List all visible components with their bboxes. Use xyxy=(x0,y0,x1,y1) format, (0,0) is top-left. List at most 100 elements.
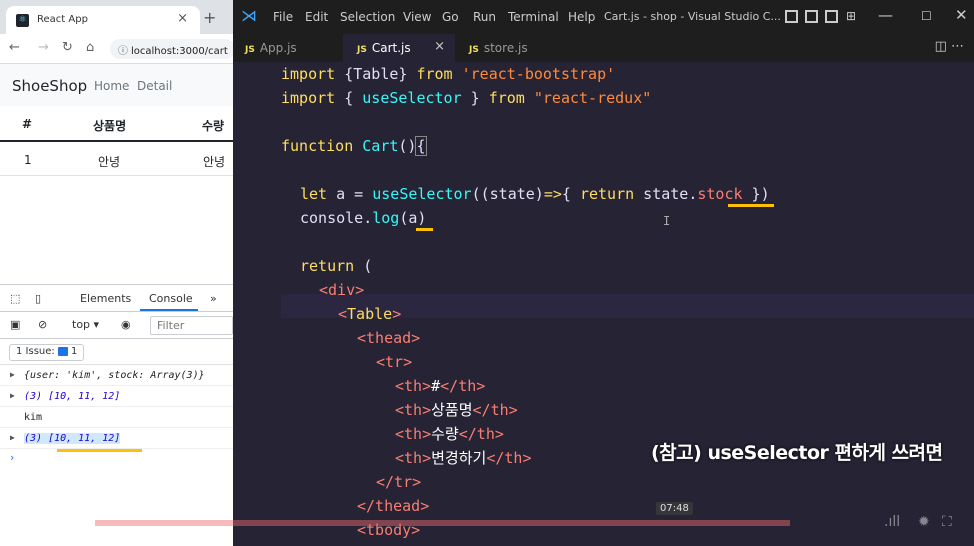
address-bar[interactable]: ⓘ localhost:3000/cart xyxy=(110,39,233,59)
forward-icon[interactable]: → xyxy=(38,40,49,55)
navbar-brand[interactable]: ShoeShop xyxy=(12,77,87,95)
menu-help[interactable]: Help xyxy=(568,10,595,24)
browser-tab[interactable]: ⚛ React App × xyxy=(6,6,200,34)
code-line: let a = useSelector((state)=>{ return st… xyxy=(300,185,770,203)
console-log-entry[interactable]: ▶ (3) [10, 11, 12] xyxy=(0,386,233,407)
text-cursor-icon: I xyxy=(663,214,671,228)
new-tab-icon[interactable]: + xyxy=(203,8,216,27)
editor-tab-label: store.js xyxy=(483,41,528,55)
video-progress-bar[interactable] xyxy=(95,520,790,526)
console-prompt-icon[interactable]: › xyxy=(10,451,14,464)
code-line: <div> xyxy=(319,281,365,299)
video-progress-fill xyxy=(95,520,790,526)
table-cell: 안녕 xyxy=(98,155,121,169)
toggle-sidebar-icon[interactable] xyxy=(785,10,798,23)
tab-elements[interactable]: Elements xyxy=(80,292,131,305)
browser-tab-title: React App xyxy=(37,14,88,25)
code-editor[interactable]: import {Table} from 'react-bootstrap' im… xyxy=(233,62,974,546)
minimize-icon[interactable]: — xyxy=(878,6,893,24)
context-select[interactable]: top ▾ xyxy=(72,318,99,331)
console-filter-input[interactable]: Filter xyxy=(150,316,233,335)
table-header-cell: # xyxy=(22,117,33,131)
nav-link-home[interactable]: Home xyxy=(94,79,129,93)
menu-selection[interactable]: Selection xyxy=(340,10,395,24)
editor-tab-cart[interactable]: JS Cart.js × xyxy=(343,34,455,62)
editor-tab-label: Cart.js xyxy=(371,41,411,55)
close-tab-icon[interactable]: × xyxy=(177,11,188,26)
table-cell: 1 xyxy=(24,153,32,167)
close-window-icon[interactable]: ✕ xyxy=(955,6,968,24)
settings-gear-icon[interactable]: ✹ xyxy=(918,514,930,530)
customize-layout-icon[interactable]: ⊞ xyxy=(846,9,856,23)
video-caption: (참고) useSelector 편하게 쓰려면 xyxy=(651,442,943,464)
home-icon[interactable]: ⌂ xyxy=(86,40,94,55)
menu-run[interactable]: Run xyxy=(473,10,496,24)
menu-view[interactable]: View xyxy=(403,10,431,24)
table-header-cell: 상품명 xyxy=(93,119,127,133)
code-line: <th>수량</th> xyxy=(395,425,504,443)
issue-flag-icon xyxy=(57,346,68,356)
editor-tabbar: JS App.js JS Cart.js × JS store.js ◫ ⋯ xyxy=(233,34,974,62)
expand-triangle-icon[interactable]: ▶ xyxy=(10,433,15,442)
highlight-underline xyxy=(728,204,774,207)
js-file-icon: JS xyxy=(245,45,255,55)
live-expression-eye-icon[interactable]: ◉ xyxy=(121,318,131,331)
js-file-icon: JS xyxy=(469,45,479,55)
code-line: console.log(a) xyxy=(300,209,427,227)
reload-icon[interactable]: ↻ xyxy=(62,40,73,55)
volume-icon[interactable]: .ıll xyxy=(884,514,900,530)
table-header-row: # 상품명 수량 xyxy=(0,106,233,142)
code-line: <Table> xyxy=(338,305,402,323)
site-info-icon[interactable]: ⓘ xyxy=(118,46,128,57)
console-log-entry[interactable]: ▶ {user: 'kim', stock: Array(3)} xyxy=(0,365,233,386)
vscode-titlebar: ⋊ File Edit Selection View Go Run Termin… xyxy=(233,0,974,34)
nav-link-detail[interactable]: Detail xyxy=(137,79,172,93)
console-log-text: (3) [10, 11, 12] xyxy=(24,391,121,402)
vscode-window: ⋊ File Edit Selection View Go Run Termin… xyxy=(233,0,974,546)
device-toolbar-icon[interactable]: ▯ xyxy=(35,292,41,305)
issues-count: 1 xyxy=(70,346,78,357)
clear-console-icon[interactable]: ⊘ xyxy=(38,318,47,331)
table-header-cell: 수량 xyxy=(202,119,225,133)
code-line: import { useSelector } from "react-redux… xyxy=(281,89,652,107)
toggle-secondary-sidebar-icon[interactable] xyxy=(825,10,838,23)
menu-edit[interactable]: Edit xyxy=(305,10,328,24)
editor-tab-app[interactable]: JS App.js xyxy=(245,34,341,62)
menu-file[interactable]: File xyxy=(273,10,293,24)
js-file-icon: JS xyxy=(357,45,367,55)
code-line: function Cart(){ xyxy=(281,136,427,156)
code-line: </thead> xyxy=(357,497,430,515)
menu-terminal[interactable]: Terminal xyxy=(508,10,559,24)
sidebar-toggle-icon[interactable]: ▣ xyxy=(10,318,20,331)
code-line: <thead> xyxy=(357,329,421,347)
code-line: <th>변경하기</th> xyxy=(395,449,532,467)
back-icon[interactable]: ← xyxy=(9,40,20,55)
split-editor-icon[interactable]: ◫ ⋯ xyxy=(935,39,964,54)
fullscreen-icon[interactable]: ⛶ xyxy=(942,514,952,530)
console-log-entry[interactable]: ▶ (3) [10, 11, 12] xyxy=(0,428,233,449)
issues-button[interactable]: 1 Issue: 1 xyxy=(9,344,85,361)
console-toolbar: ▣ ⊘ top ▾ ◉ Filter xyxy=(0,312,233,339)
tab-console[interactable]: Console xyxy=(149,292,193,305)
code-line: </tr> xyxy=(376,473,422,491)
play-button[interactable] xyxy=(11,498,75,538)
issues-label: 1 Issue: xyxy=(16,346,55,357)
play-icon xyxy=(37,506,55,530)
expand-triangle-icon[interactable]: ▶ xyxy=(10,370,15,379)
more-tabs-icon[interactable]: » xyxy=(210,292,217,305)
maximize-icon[interactable]: ☐ xyxy=(921,9,932,23)
close-tab-icon[interactable]: × xyxy=(434,39,445,54)
vscode-logo-icon: ⋊ xyxy=(241,6,257,25)
table-row: 1 안녕 안녕 xyxy=(0,142,233,176)
console-log-entry: kim xyxy=(0,407,233,428)
window-title: Cart.js - shop - Visual Studio C... xyxy=(604,10,781,23)
expand-triangle-icon[interactable]: ▶ xyxy=(10,391,15,400)
inspect-element-icon[interactable]: ⬚ xyxy=(10,292,20,305)
console-log-text: kim xyxy=(24,412,43,423)
code-line: <tr> xyxy=(376,353,413,371)
app-navbar: ShoeShop Home Detail xyxy=(0,64,233,106)
toggle-panel-icon[interactable] xyxy=(805,10,818,23)
browser-window: ⚛ React App × + ← → ↻ ⌂ ⓘ localhost:3000/… xyxy=(0,0,233,546)
menu-go[interactable]: Go xyxy=(442,10,459,24)
editor-tab-store[interactable]: JS store.js xyxy=(469,34,569,62)
